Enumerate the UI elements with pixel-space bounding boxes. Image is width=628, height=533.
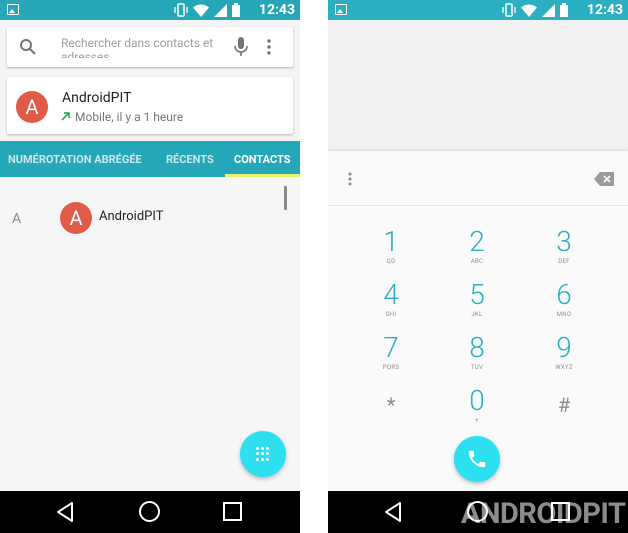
tab-speed-dial[interactable]: NUMÉROTATION ABRÉGÉE <box>8 153 142 166</box>
outgoing-call-icon <box>61 112 70 121</box>
dial-key-4[interactable]: 4 GHI <box>361 280 421 324</box>
signal-icon <box>542 3 555 17</box>
image-notification-icon <box>7 4 19 15</box>
dialpad: 1 QD 2 ABC 3 DEF 4 GHI 5 JKL 6 MNO 7 PQR… <box>328 151 628 491</box>
status-bar: 12:43 <box>328 0 628 20</box>
status-icons <box>502 3 568 17</box>
contact-name: AndroidPIT <box>62 90 132 106</box>
mic-icon[interactable] <box>234 37 248 57</box>
search-input[interactable]: Rechercher dans contacts et adresses <box>61 36 221 58</box>
status-time: 12:43 <box>258 2 295 18</box>
back-icon[interactable] <box>55 501 75 523</box>
back-icon[interactable] <box>383 501 403 523</box>
dial-key-3[interactable]: 3 DEF <box>534 227 594 271</box>
vibrate-icon <box>502 3 516 17</box>
dial-key-hash[interactable]: # <box>534 386 594 430</box>
dial-key-6[interactable]: 6 MNO <box>534 280 594 324</box>
section-header: A <box>12 211 22 227</box>
dialed-number-field[interactable] <box>328 151 628 206</box>
signal-icon <box>214 3 227 17</box>
dial-key-0[interactable]: 0 + <box>447 386 507 430</box>
home-icon[interactable] <box>139 501 160 522</box>
dialer-background <box>328 20 628 151</box>
contact-name: AndroidPIT <box>99 209 164 224</box>
dialer-screen: 12:43 1 QD 2 ABC 3 DEF 4 GHI 5 JKL 6 MNO… <box>328 0 628 533</box>
dial-key-5[interactable]: 5 JKL <box>447 280 507 324</box>
image-notification-icon <box>335 4 347 15</box>
phone-icon <box>468 450 486 468</box>
battery-icon <box>232 3 240 17</box>
avatar: A <box>60 202 92 234</box>
more-vert-icon[interactable] <box>348 172 352 186</box>
search-bar[interactable]: Rechercher dans contacts et adresses <box>7 27 293 67</box>
search-icon <box>20 39 36 55</box>
more-vert-icon[interactable] <box>267 39 271 55</box>
wifi-icon <box>193 4 209 17</box>
tab-contacts[interactable]: CONTACTS <box>234 153 290 166</box>
dial-key-9[interactable]: 9 WXYZ <box>534 333 594 377</box>
call-button[interactable] <box>454 436 500 482</box>
dialpad-button[interactable] <box>240 431 286 477</box>
androidpit-watermark: ANDROIDPIT <box>461 497 626 531</box>
tabs-bar: NUMÉROTATION ABRÉGÉE RÉCENTS CONTACTS <box>0 141 300 177</box>
recent-contact-card[interactable]: A AndroidPIT Mobile, il y a 1 heure <box>7 77 293 134</box>
dial-key-8[interactable]: 8 TUV <box>447 333 507 377</box>
navigation-bar <box>0 491 300 533</box>
avatar: A <box>16 91 48 123</box>
recents-icon[interactable] <box>223 502 242 521</box>
vibrate-icon <box>174 3 188 17</box>
dial-key-7[interactable]: 7 PQRS <box>361 333 421 377</box>
battery-icon <box>560 3 568 17</box>
contact-detail: Mobile, il y a 1 heure <box>75 110 184 124</box>
wifi-icon <box>521 4 537 17</box>
status-icons <box>174 3 240 17</box>
dial-key-2[interactable]: 2 ABC <box>447 227 507 271</box>
backspace-icon[interactable] <box>594 172 614 186</box>
dialpad-icon <box>256 447 270 461</box>
dial-key-star[interactable]: * <box>361 386 421 430</box>
contacts-screen: 12:43 Rechercher dans contacts et adress… <box>0 0 300 533</box>
tab-recents[interactable]: RÉCENTS <box>166 153 214 166</box>
dial-key-1[interactable]: 1 QD <box>361 227 421 271</box>
scrollbar[interactable] <box>284 186 287 210</box>
status-bar: 12:43 <box>0 0 300 20</box>
status-time: 12:43 <box>586 2 623 18</box>
